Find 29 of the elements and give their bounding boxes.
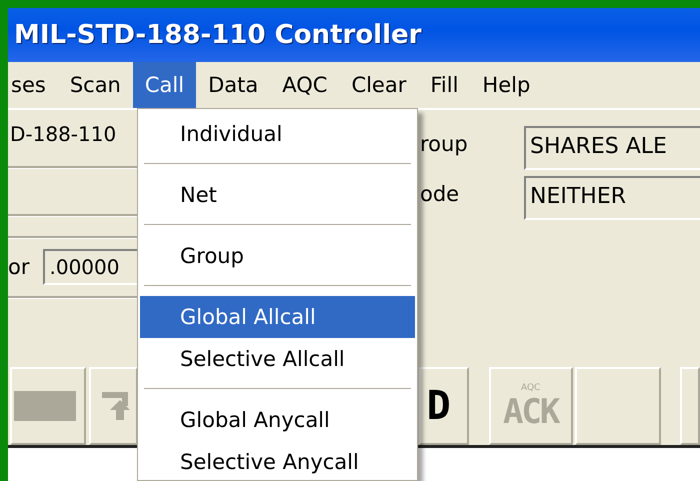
menu-bar-item[interactable]: Help: [470, 62, 542, 108]
field-label: ode: [419, 181, 460, 208]
input-field[interactable]: NEITHER: [524, 176, 700, 220]
menu-bar-item[interactable]: Fill: [418, 62, 470, 108]
menu-item[interactable]: Group: [140, 235, 415, 277]
toolbar-button[interactable]: D: [419, 367, 469, 445]
field-label: or: [8, 255, 30, 279]
bar-icon: [14, 391, 76, 421]
blank-button[interactable]: [574, 367, 662, 445]
menu-item[interactable]: Global Allcall: [140, 296, 415, 338]
menu-bar-item[interactable]: Data: [196, 62, 270, 108]
menu-bar-item[interactable]: AQC: [270, 62, 340, 108]
menu-bar-item[interactable]: Clear: [339, 62, 418, 108]
menu-item[interactable]: Global Anycall: [140, 399, 415, 441]
input-field[interactable]: .00000: [43, 249, 137, 285]
menu-item[interactable]: Selective Allcall: [140, 338, 415, 380]
menu-item[interactable]: Net: [140, 174, 415, 216]
toolbar-button[interactable]: [10, 367, 86, 445]
menu-item[interactable]: Individual: [140, 113, 415, 155]
menu-bar-item[interactable]: Scan: [58, 62, 133, 108]
input-field[interactable]: SHARES ALE: [524, 126, 700, 170]
menu-bar-item[interactable]: ses: [0, 62, 58, 108]
blank-button[interactable]: [680, 367, 700, 445]
menu-bar-item[interactable]: Call: [132, 62, 196, 108]
menu-item[interactable]: Selective Anycall: [140, 441, 415, 481]
window-title: MIL-STD-188-110 Controller: [14, 20, 422, 50]
field-label: roup: [419, 131, 469, 158]
toolbar-button[interactable]: [88, 367, 138, 445]
radio-name-text: D-188-110: [9, 121, 118, 148]
